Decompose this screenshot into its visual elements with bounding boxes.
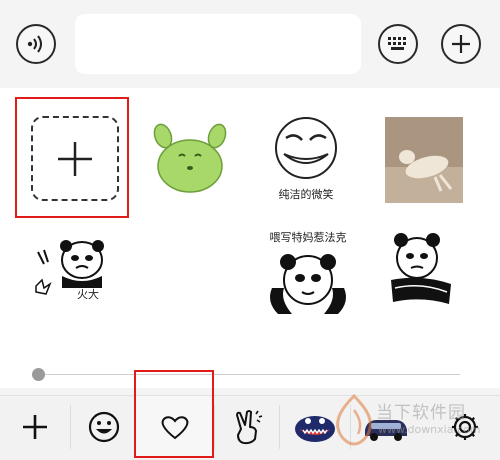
- grin-face-sticker: 纯洁的微笑: [275, 117, 337, 201]
- monster-sticker-icon: [295, 416, 335, 442]
- favorites-highlight: [134, 370, 214, 458]
- panda-meme-sticker: 火大: [35, 240, 104, 301]
- tab-emoji[interactable]: [71, 396, 137, 458]
- keyboard-button[interactable]: [378, 24, 418, 64]
- plus-icon: [58, 142, 92, 176]
- keyboard-icon: [388, 37, 406, 50]
- gear-icon: [452, 414, 478, 440]
- tab-sticker-pack-car[interactable]: [351, 396, 421, 458]
- sticker-dog-photo[interactable]: [385, 117, 463, 203]
- panda-meme-sticker: 喂写特妈惹法克: [270, 230, 347, 314]
- victory-hand-icon: [236, 410, 263, 445]
- green-blob-sticker: [153, 123, 227, 193]
- sticker-caption: 喂写特妈惹法克: [270, 230, 347, 244]
- sticker-scroll-track[interactable]: [38, 374, 460, 375]
- sticker-grin-face[interactable]: 纯洁的微笑: [262, 110, 350, 210]
- sticker-panda-crossed[interactable]: [385, 226, 457, 316]
- sticker-panda-caption[interactable]: 喂写特妈惹法克: [262, 228, 354, 316]
- panda-meme-sticker: [391, 233, 451, 304]
- sticker-caption: 火大: [77, 287, 99, 301]
- add-sticker-button[interactable]: [31, 116, 119, 201]
- sticker-scroll-thumb[interactable]: [32, 368, 45, 381]
- dog-photo-sticker: [385, 117, 463, 203]
- voice-waves-icon: [27, 35, 42, 53]
- plus-icon: [23, 415, 47, 439]
- sticker-panda-angry[interactable]: 火大: [30, 238, 120, 302]
- voice-button[interactable]: [16, 24, 56, 64]
- sticker-settings-button[interactable]: [440, 396, 490, 458]
- tab-sticker-pack-monster[interactable]: [280, 396, 350, 458]
- sticker-green-blob[interactable]: [145, 122, 235, 198]
- tab-add-sticker-pack[interactable]: [0, 396, 70, 458]
- more-button[interactable]: [441, 24, 481, 64]
- car-sticker-icon: [365, 420, 407, 441]
- sticker-caption: 纯洁的微笑: [279, 187, 334, 201]
- smiley-icon: [88, 411, 120, 443]
- tab-gestures[interactable]: [215, 396, 279, 458]
- message-input[interactable]: [75, 14, 361, 74]
- plus-icon: [452, 35, 470, 53]
